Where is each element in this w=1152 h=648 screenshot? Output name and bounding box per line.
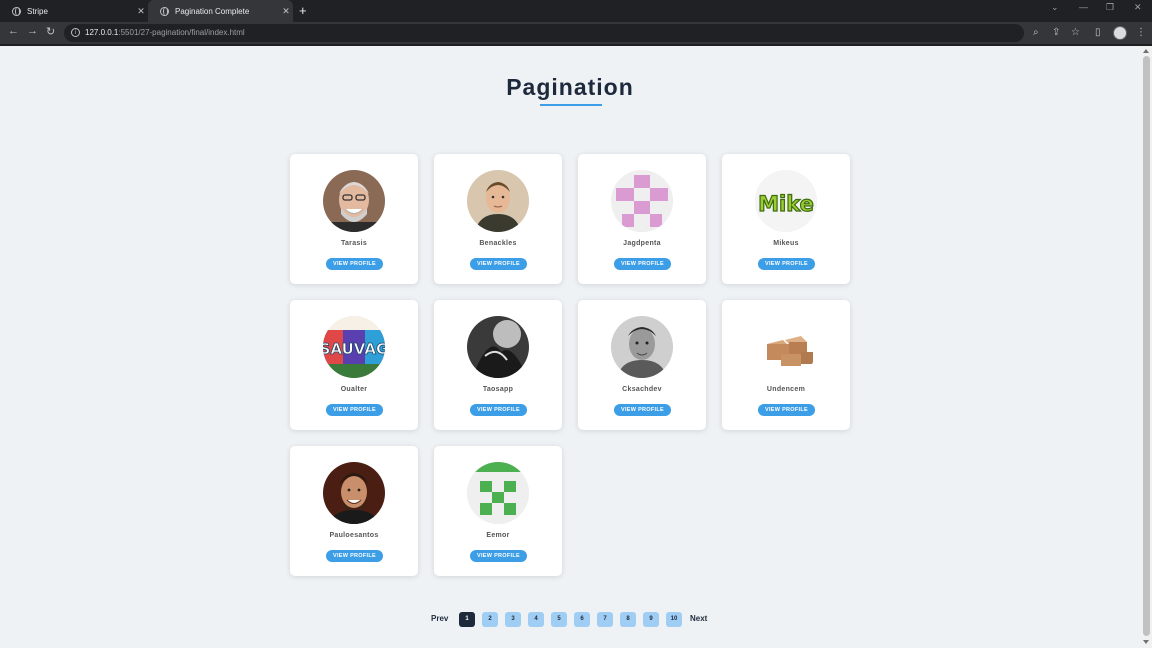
avatar [467, 170, 529, 232]
tab-title: Pagination Complete [175, 6, 250, 16]
user-name: Mikeus [773, 240, 799, 247]
user-card: Jagdpenta VIEW PROFILE [578, 154, 706, 284]
browser-tab-stripe[interactable]: Stripe ✕ [0, 0, 148, 22]
side-panel-icon[interactable]: ▯ [1095, 27, 1101, 38]
tab-title: Stripe [27, 6, 48, 16]
profile-avatar-icon[interactable] [1113, 26, 1127, 40]
user-name: Eemor [486, 532, 510, 539]
page-title: Pagination [506, 74, 634, 100]
url-text: 127.0.0.1:5501/27-pagination/final/index… [85, 28, 245, 37]
avatar [323, 170, 385, 232]
close-window-icon[interactable]: ✕ [1134, 2, 1142, 13]
zoom-icon[interactable]: ⌕ [1033, 27, 1039, 38]
user-name: Benackles [479, 240, 517, 247]
minimize-icon[interactable]: — [1079, 2, 1088, 12]
scroll-thumb[interactable] [1143, 56, 1150, 636]
next-button[interactable]: Next [690, 614, 707, 623]
page-button-1[interactable]: 1 [459, 612, 475, 627]
view-profile-button[interactable]: VIEW PROFILE [758, 404, 815, 416]
svg-text:Mike: Mike [758, 192, 814, 216]
reload-icon[interactable]: ↻ [46, 25, 55, 38]
back-icon[interactable]: ← [8, 25, 19, 37]
toolbar-divider [0, 44, 1152, 46]
view-profile-button[interactable]: VIEW PROFILE [470, 404, 527, 416]
avatar [323, 462, 385, 524]
page-button-2[interactable]: 2 [482, 612, 498, 627]
site-info-icon[interactable]: i [71, 28, 80, 37]
user-name: Jagdpenta [623, 240, 661, 247]
globe-icon [160, 6, 169, 16]
user-name: Cksachdev [622, 386, 662, 393]
tab-search-icon[interactable]: ⌄ [1051, 2, 1059, 13]
user-card: Tarasis VIEW PROFILE [290, 154, 418, 284]
user-card: Cksachdev VIEW PROFILE [578, 300, 706, 430]
page-button-9[interactable]: 9 [643, 612, 659, 627]
view-profile-button[interactable]: VIEW PROFILE [470, 258, 527, 270]
page-button-8[interactable]: 8 [620, 612, 636, 627]
avatar [467, 316, 529, 378]
scroll-down-arrow-icon[interactable] [1143, 640, 1149, 644]
maximize-icon[interactable]: ❐ [1106, 2, 1114, 13]
title-underline [540, 104, 602, 106]
view-profile-button[interactable]: VIEW PROFILE [614, 404, 671, 416]
pagination: Prev 1 2 3 4 5 6 7 8 9 10 Next [0, 612, 1140, 627]
user-name: Taosapp [482, 386, 514, 393]
view-profile-button[interactable]: VIEW PROFILE [326, 404, 383, 416]
menu-kebab-icon[interactable]: ⋮ [1136, 27, 1146, 38]
user-card: Taosapp VIEW PROFILE [434, 300, 562, 430]
address-bar[interactable]: i 127.0.0.1:5501/27-pagination/final/ind… [64, 24, 1024, 42]
page-button-3[interactable]: 3 [505, 612, 521, 627]
avatar [467, 462, 529, 524]
prev-button[interactable]: Prev [431, 614, 448, 623]
page-button-5[interactable]: 5 [551, 612, 567, 627]
user-name: Oualter [340, 386, 368, 393]
view-profile-button[interactable]: VIEW PROFILE [758, 258, 815, 270]
avatar [755, 316, 817, 378]
forward-icon[interactable]: → [27, 25, 38, 37]
page-button-6[interactable]: 6 [574, 612, 590, 627]
avatar: Mike [755, 170, 817, 232]
browser-tab-strip: Stripe ✕ Pagination Complete ✕ + ⌄ — ❐ ✕ [0, 0, 1152, 22]
page-button-7[interactable]: 7 [597, 612, 613, 627]
user-card: Benackles VIEW PROFILE [434, 154, 562, 284]
scroll-up-arrow-icon[interactable] [1143, 49, 1149, 53]
page-button-4[interactable]: 4 [528, 612, 544, 627]
avatar [611, 316, 673, 378]
user-name: Pauloesantos [329, 532, 379, 539]
user-card: Pauloesantos VIEW PROFILE [290, 446, 418, 576]
page-scrollbar[interactable] [1140, 46, 1152, 648]
view-profile-button[interactable]: VIEW PROFILE [326, 258, 383, 270]
user-card: Mike Mikeus VIEW PROFILE [722, 154, 850, 284]
close-tab-icon[interactable]: ✕ [279, 6, 293, 17]
view-profile-button[interactable]: VIEW PROFILE [326, 550, 383, 562]
user-card: SAUVAG Oualter VIEW PROFILE [290, 300, 418, 430]
user-name: Tarasis [340, 240, 368, 247]
browser-toolbar: ← → ↻ i 127.0.0.1:5501/27-pagination/fin… [0, 22, 1152, 44]
bookmark-star-icon[interactable]: ☆ [1071, 27, 1080, 38]
share-icon[interactable]: ⇪ [1052, 27, 1060, 38]
user-name: Undencem [766, 386, 806, 393]
avatar: SAUVAG [323, 316, 385, 378]
avatar [611, 170, 673, 232]
globe-icon [12, 6, 21, 16]
view-profile-button[interactable]: VIEW PROFILE [470, 550, 527, 562]
view-profile-button[interactable]: VIEW PROFILE [614, 258, 671, 270]
svg-text:SAUVAG: SAUVAG [323, 340, 385, 358]
new-tab-icon[interactable]: + [299, 3, 307, 18]
user-card: Eemor VIEW PROFILE [434, 446, 562, 576]
close-tab-icon[interactable]: ✕ [134, 6, 148, 17]
browser-tab-pagination[interactable]: Pagination Complete ✕ [148, 0, 293, 22]
user-card: Undencem VIEW PROFILE [722, 300, 850, 430]
page-button-10[interactable]: 10 [666, 612, 682, 627]
